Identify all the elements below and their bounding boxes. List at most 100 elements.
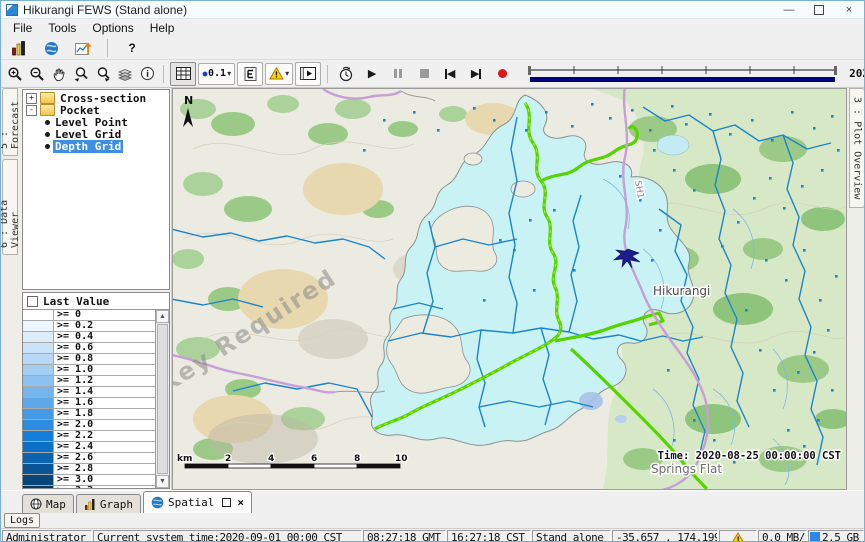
- labels-button[interactable]: [237, 62, 263, 86]
- menu-tools[interactable]: Tools: [40, 20, 84, 36]
- tab-map-label: Map: [46, 498, 66, 511]
- status-transfer-rate: 0.0 MB/s: [758, 530, 807, 542]
- time-span-bar: [530, 77, 835, 82]
- menu-options[interactable]: Options: [84, 20, 141, 36]
- timeseries-chart-icon[interactable]: [71, 37, 95, 59]
- scroll-down-icon[interactable]: ▼: [156, 475, 169, 488]
- legend-row-label: >= 2.8: [54, 464, 155, 474]
- status-local-time: 16:27:18 CST: [447, 530, 531, 542]
- scroll-up-icon[interactable]: ▲: [156, 310, 169, 323]
- scrollbar-thumb[interactable]: [157, 324, 168, 474]
- svg-text:!: !: [737, 534, 740, 542]
- tree-item-level-point[interactable]: Level Point: [23, 116, 169, 128]
- logs-button[interactable]: Logs: [4, 513, 40, 528]
- time-slider[interactable]: [526, 64, 841, 84]
- dock-tab-plot-overview[interactable]: 3 : Plot Overview: [849, 88, 865, 208]
- svg-text:N: N: [184, 94, 193, 107]
- layers-button[interactable]: [115, 63, 135, 85]
- open-folder-icon: [40, 104, 55, 116]
- animation-speed-icon[interactable]: [334, 63, 358, 85]
- last-frame-button[interactable]: ▶: [464, 63, 488, 85]
- right-dock-strip: 3 : Plot Overview: [847, 88, 865, 490]
- status-memory: 2.5 GB: [808, 530, 864, 542]
- window-title: Hikurangi FEWS (Stand alone): [23, 3, 187, 17]
- legend-color-swatch: [23, 475, 54, 485]
- info-button[interactable]: i: [137, 63, 157, 85]
- stop-button[interactable]: [412, 63, 436, 85]
- pause-icon: [399, 69, 402, 78]
- svg-text:2: 2: [225, 454, 231, 464]
- legend-color-swatch: [23, 453, 54, 463]
- tree-item-level-grid[interactable]: Level Grid: [23, 128, 169, 140]
- maximize-button[interactable]: [804, 1, 834, 18]
- legend-color-swatch: [23, 376, 54, 386]
- pause-button[interactable]: [386, 63, 410, 85]
- legend-row-label: >= 1.8: [54, 409, 155, 419]
- zoom-previous-button[interactable]: [71, 63, 91, 85]
- legend-row-label: >= 2.4: [54, 442, 155, 452]
- help-button[interactable]: ?: [120, 37, 144, 59]
- tree-item-depth-grid[interactable]: Depth Grid: [23, 140, 169, 152]
- legend-row-label: >= 1.6: [54, 398, 155, 408]
- map-toolbar: i 0.1 ▾ ! ▾ ▶ ◀ ▶: [1, 60, 864, 88]
- zoom-out-button[interactable]: [27, 63, 47, 85]
- minimize-button[interactable]: —: [774, 1, 804, 18]
- dock-tab-data-viewer[interactable]: 6 : Data Viewer: [2, 159, 18, 255]
- collapse-icon[interactable]: -: [26, 105, 37, 116]
- first-frame-button[interactable]: ◀: [438, 63, 462, 85]
- zoom-next-button[interactable]: [93, 63, 113, 85]
- folder-icon: [40, 92, 55, 104]
- close-button[interactable]: ×: [834, 1, 864, 18]
- status-bar: Administrator Current system time:2020-0…: [1, 528, 864, 542]
- dock-tab-forecast[interactable]: 5 : Forecast: [2, 88, 18, 156]
- legend-row-label: >= 3.0: [54, 475, 155, 485]
- data-viewer-panel: + Cross-section - Pocket Level Point Lev…: [21, 88, 172, 490]
- tab-maximize-icon[interactable]: [222, 498, 231, 507]
- legend-color-swatch: [23, 387, 54, 397]
- menu-file[interactable]: File: [5, 20, 40, 36]
- last-value-checkbox[interactable]: [27, 296, 38, 307]
- play-button[interactable]: ▶: [360, 63, 384, 85]
- bullet-icon: [45, 132, 50, 137]
- toolbar-separator: [327, 65, 328, 83]
- svg-text:8: 8: [354, 454, 360, 464]
- status-warning[interactable]: !: [719, 530, 757, 542]
- toolbar-separator: [107, 39, 108, 57]
- thresholds-dropdown[interactable]: ! ▾: [265, 63, 293, 85]
- export-animation-button[interactable]: [295, 62, 321, 86]
- legend-header: Last Value: [23, 293, 169, 310]
- tab-map[interactable]: Map: [22, 494, 74, 513]
- svg-text:km: km: [177, 454, 192, 464]
- record-button[interactable]: [490, 63, 514, 85]
- tree-item-pocket[interactable]: - Pocket: [23, 104, 169, 116]
- tab-graph[interactable]: Graph: [76, 494, 141, 513]
- expand-icon[interactable]: +: [26, 93, 37, 104]
- grid-display-button[interactable]: [170, 62, 196, 86]
- legend-scrollbar[interactable]: ▲ ▼: [155, 310, 169, 488]
- zoom-in-button[interactable]: [5, 63, 25, 85]
- legend-row[interactable]: >= 3.2: [23, 486, 155, 488]
- pause-icon: [394, 69, 397, 78]
- tab-spatial[interactable]: Spatial ×: [143, 491, 252, 513]
- bottom-tab-row: Map Graph Spatial ×: [1, 490, 864, 513]
- contour-interval-dropdown[interactable]: 0.1 ▾: [198, 63, 235, 85]
- menu-help[interactable]: Help: [142, 20, 183, 36]
- legend-color-swatch: [23, 321, 54, 331]
- legend-row-label: >= 1.0: [54, 365, 155, 375]
- map-canvas[interactable]: N API Key Required Hikurangi Springs Fla…: [173, 89, 846, 489]
- status-coordinates: -35.657 , 174.199: [612, 530, 718, 542]
- legend-color-swatch: [23, 354, 54, 364]
- pan-hand-button[interactable]: [49, 63, 69, 85]
- menu-bar: File Tools Options Help: [1, 19, 864, 37]
- tab-close-icon[interactable]: ×: [237, 496, 244, 509]
- map-view[interactable]: N API Key Required Hikurangi Springs Fla…: [172, 88, 847, 490]
- warning-icon: !: [731, 532, 745, 542]
- wireframe-globe-icon: [30, 498, 42, 510]
- play-icon: ▶: [368, 67, 376, 80]
- app-logo-icon: [6, 4, 18, 16]
- legend-row-label: >= 2.2: [54, 431, 155, 441]
- database-bars-icon[interactable]: [7, 37, 31, 59]
- globe-icon[interactable]: [39, 37, 63, 59]
- legend-row-label: >= 0.8: [54, 354, 155, 364]
- tree-item-cross-section[interactable]: + Cross-section: [23, 92, 169, 104]
